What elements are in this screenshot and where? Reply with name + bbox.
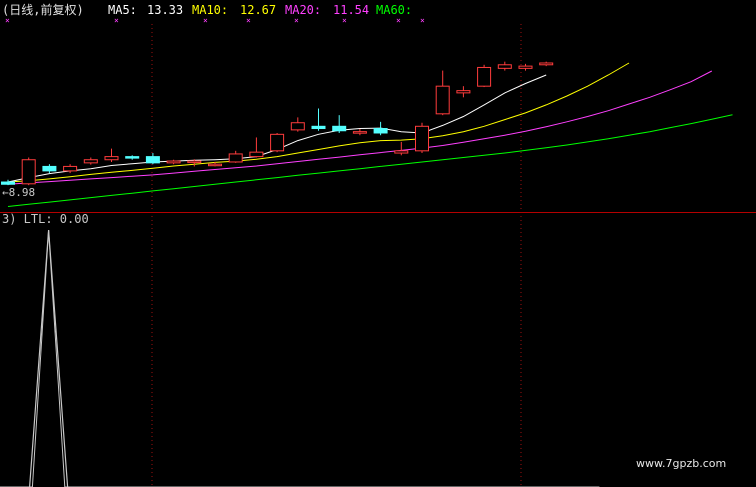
candle-body-up <box>477 66 492 87</box>
candle-body-down <box>42 165 57 172</box>
ma5-label: MA5: <box>108 3 137 17</box>
ma10-label: MA10: <box>192 3 228 17</box>
indicator-panel <box>0 229 600 487</box>
candle-body-up <box>518 65 533 69</box>
indicator-label: 3) LTL: 0.00 <box>2 212 89 226</box>
candlesticks <box>1 61 554 186</box>
candle-body-up <box>63 165 78 172</box>
ma20-label: MA20: <box>285 3 321 17</box>
event-marker: × <box>342 16 347 25</box>
candle-body-up <box>415 125 429 152</box>
candle <box>145 153 160 165</box>
candle <box>249 137 264 158</box>
moving-average-lines <box>7 62 733 207</box>
candle-body-down <box>332 125 347 132</box>
event-markers: × × × × × × × × <box>5 16 425 25</box>
watermark: www.7gpzb.com <box>636 457 726 470</box>
candle-body-up <box>497 64 512 69</box>
candle-body-down <box>145 156 160 164</box>
ma10-value: 12.67 <box>240 3 276 17</box>
event-marker: × <box>420 16 425 25</box>
candle-body-up <box>539 62 554 66</box>
candle <box>42 164 57 174</box>
candle <box>228 150 243 163</box>
candle-body-down <box>125 156 140 159</box>
candle <box>83 157 98 165</box>
candle <box>104 148 119 162</box>
candle <box>415 122 429 154</box>
event-marker: × <box>294 16 299 25</box>
candle <box>270 132 285 153</box>
candle-body-down <box>373 128 388 134</box>
candle-body-up <box>352 131 367 134</box>
candle <box>352 128 367 136</box>
stock-chart: (日线,前复权) MA5: 13.33 MA10: 12.67 MA20: 11… <box>0 2 756 487</box>
candle-body-up <box>394 150 409 154</box>
ltl-line <box>0 229 600 487</box>
candle-body-up <box>435 85 450 115</box>
event-marker: × <box>203 16 208 25</box>
candle <box>497 61 512 71</box>
event-marker: × <box>114 16 119 25</box>
low-price-marker: ←8.98 <box>2 186 35 199</box>
candle-body-up <box>21 159 36 185</box>
candle-body-down <box>311 125 326 130</box>
candle <box>456 86 471 98</box>
candle-body-up <box>83 159 98 164</box>
candle-body-down <box>1 181 15 185</box>
candle-body-up <box>104 156 119 161</box>
ma60-label: MA60: <box>376 3 412 17</box>
candle-body-up <box>270 133 285 152</box>
candle <box>290 117 305 132</box>
candle <box>311 108 326 131</box>
candle-body-up <box>456 90 471 94</box>
candle-body-up <box>166 160 181 164</box>
ma5-value: 13.33 <box>147 3 183 17</box>
candle-body-up <box>228 153 243 163</box>
candle-body-up <box>290 122 305 131</box>
candle <box>477 64 492 88</box>
candle <box>21 157 36 186</box>
ma20-line <box>7 70 713 185</box>
candle <box>373 121 388 136</box>
period-label: (日线,前复权) <box>2 2 84 17</box>
event-marker: × <box>5 16 10 25</box>
candle <box>125 155 140 160</box>
candle-body-up <box>249 151 264 158</box>
candle <box>539 61 554 67</box>
candle <box>394 141 409 156</box>
event-marker: × <box>396 16 401 25</box>
chart-header: (日线,前复权) MA5: 13.33 MA10: 12.67 MA20: 11… <box>2 2 412 17</box>
candle <box>435 70 450 116</box>
ma20-value: 11.54 <box>333 3 369 17</box>
event-marker: × <box>246 16 251 25</box>
candle <box>332 115 347 133</box>
candle-body-up <box>187 160 202 164</box>
candle-body-up <box>208 163 222 167</box>
